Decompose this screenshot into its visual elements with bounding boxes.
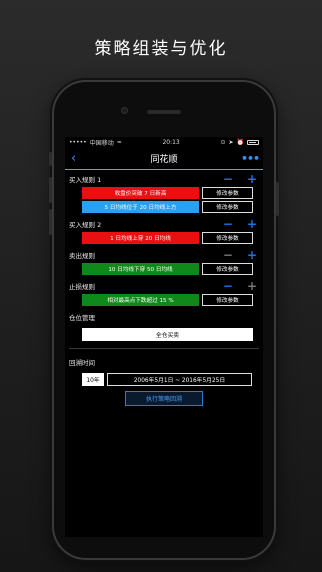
backtest-year-button[interactable]: 10年 [82,373,104,386]
section-divider [69,348,259,349]
buy-rule-2-section: 买入规则 2 − + 1 日均线上穿 20 日均线 修改参数 [65,215,263,244]
buy-rule-1-label: 买入规则 1 [69,175,102,184]
run-backtest-button[interactable]: 执行策略回溯 [125,391,203,406]
lock-rotation-icon: ⊙ [220,139,226,146]
stop-loss-rule-remove-button[interactable]: − [223,280,233,292]
sell-rule-remove-button[interactable]: − [223,249,233,261]
front-camera [121,107,128,114]
nav-title: 同花顺 [150,155,178,165]
earpiece-speaker [147,110,181,114]
position-management-select[interactable]: 全仓买卖 [82,328,253,341]
wifi-icon: ≈ [116,139,122,146]
stop-loss-rule-label: 止损规则 [69,282,95,291]
sell-rule-label: 卖出规则 [69,251,95,260]
buy-rule-1-condition-2-modify-button[interactable]: 修改参数 [202,201,253,213]
buy-rule-2-label: 买入规则 2 [69,220,102,229]
buy-rule-1-condition-1[interactable]: 收盘价突破 7 日新高 [82,187,199,199]
backtest-period-section: 回溯时间 10年 2006年5月1日 ~ 2016年5月25日 执行策略回溯 [65,353,263,406]
location-icon: ➤ [228,139,234,146]
buy-rule-2-add-button[interactable]: + [247,218,257,230]
buy-rule-1-add-button[interactable]: + [247,173,257,185]
back-arrow-icon[interactable]: ‹ [71,151,87,166]
buy-rule-2-condition-1[interactable]: 1 日均线上穿 20 日均线 [82,232,199,244]
stop-loss-rule-condition-1-modify-button[interactable]: 修改参数 [202,294,253,306]
buy-rule-1-condition-2[interactable]: 5 日均线位于 20 日均线上方 [82,201,199,213]
backtest-period-label: 回溯时间 [69,358,95,367]
position-management-section: 仓位管理 全仓买卖 [65,308,263,341]
volume-down-button [49,209,52,235]
more-options-icon[interactable]: ••• [241,152,260,165]
phone-frame: ••••• 中国移动 ≈ 20:13 ⊙ ➤ ⏰ ‹ 同花顺 ••• 买入规则 … [49,80,279,560]
app-screen: ••••• 中国移动 ≈ 20:13 ⊙ ➤ ⏰ ‹ 同花顺 ••• 买入规则 … [65,137,263,537]
battery-icon [247,140,259,145]
navigation-bar: ‹ 同花顺 ••• [65,148,263,170]
buy-rule-2-condition-1-modify-button[interactable]: 修改参数 [202,232,253,244]
volume-up-button [49,177,52,203]
buy-rule-1-remove-button[interactable]: − [223,173,233,185]
position-management-label: 仓位管理 [69,313,95,322]
stop-loss-rule-add-button[interactable]: + [247,280,257,292]
status-time: 20:13 [162,139,180,146]
sell-rule-section: 卖出规则 − + 10 日均线下穿 50 日均线 修改参数 [65,246,263,275]
sell-rule-condition-1-modify-button[interactable]: 修改参数 [202,263,253,275]
backtest-date-range[interactable]: 2006年5月1日 ~ 2016年5月25日 [107,373,252,386]
buy-rule-2-remove-button[interactable]: − [223,218,233,230]
sell-rule-add-button[interactable]: + [247,249,257,261]
promo-title: 策略组装与优化 [94,39,228,59]
alarm-icon: ⏰ [236,139,244,146]
stop-loss-rule-section: 止损规则 − + 相对最高点下跌超过 15 % 修改参数 [65,277,263,306]
signal-icon: ••••• [69,139,87,146]
status-bar: ••••• 中国移动 ≈ 20:13 ⊙ ➤ ⏰ [65,137,263,148]
mute-switch [49,152,52,166]
stop-loss-rule-condition-1[interactable]: 相对最高点下跌超过 15 % [82,294,199,306]
buy-rule-1-condition-1-modify-button[interactable]: 修改参数 [202,187,253,199]
power-button [276,182,279,216]
sell-rule-condition-1[interactable]: 10 日均线下穿 50 日均线 [82,263,199,275]
carrier-label: 中国移动 [89,140,114,147]
buy-rule-1-section: 买入规则 1 − + 收盘价突破 7 日新高 修改参数 5 日均线位于 20 日… [65,170,263,213]
